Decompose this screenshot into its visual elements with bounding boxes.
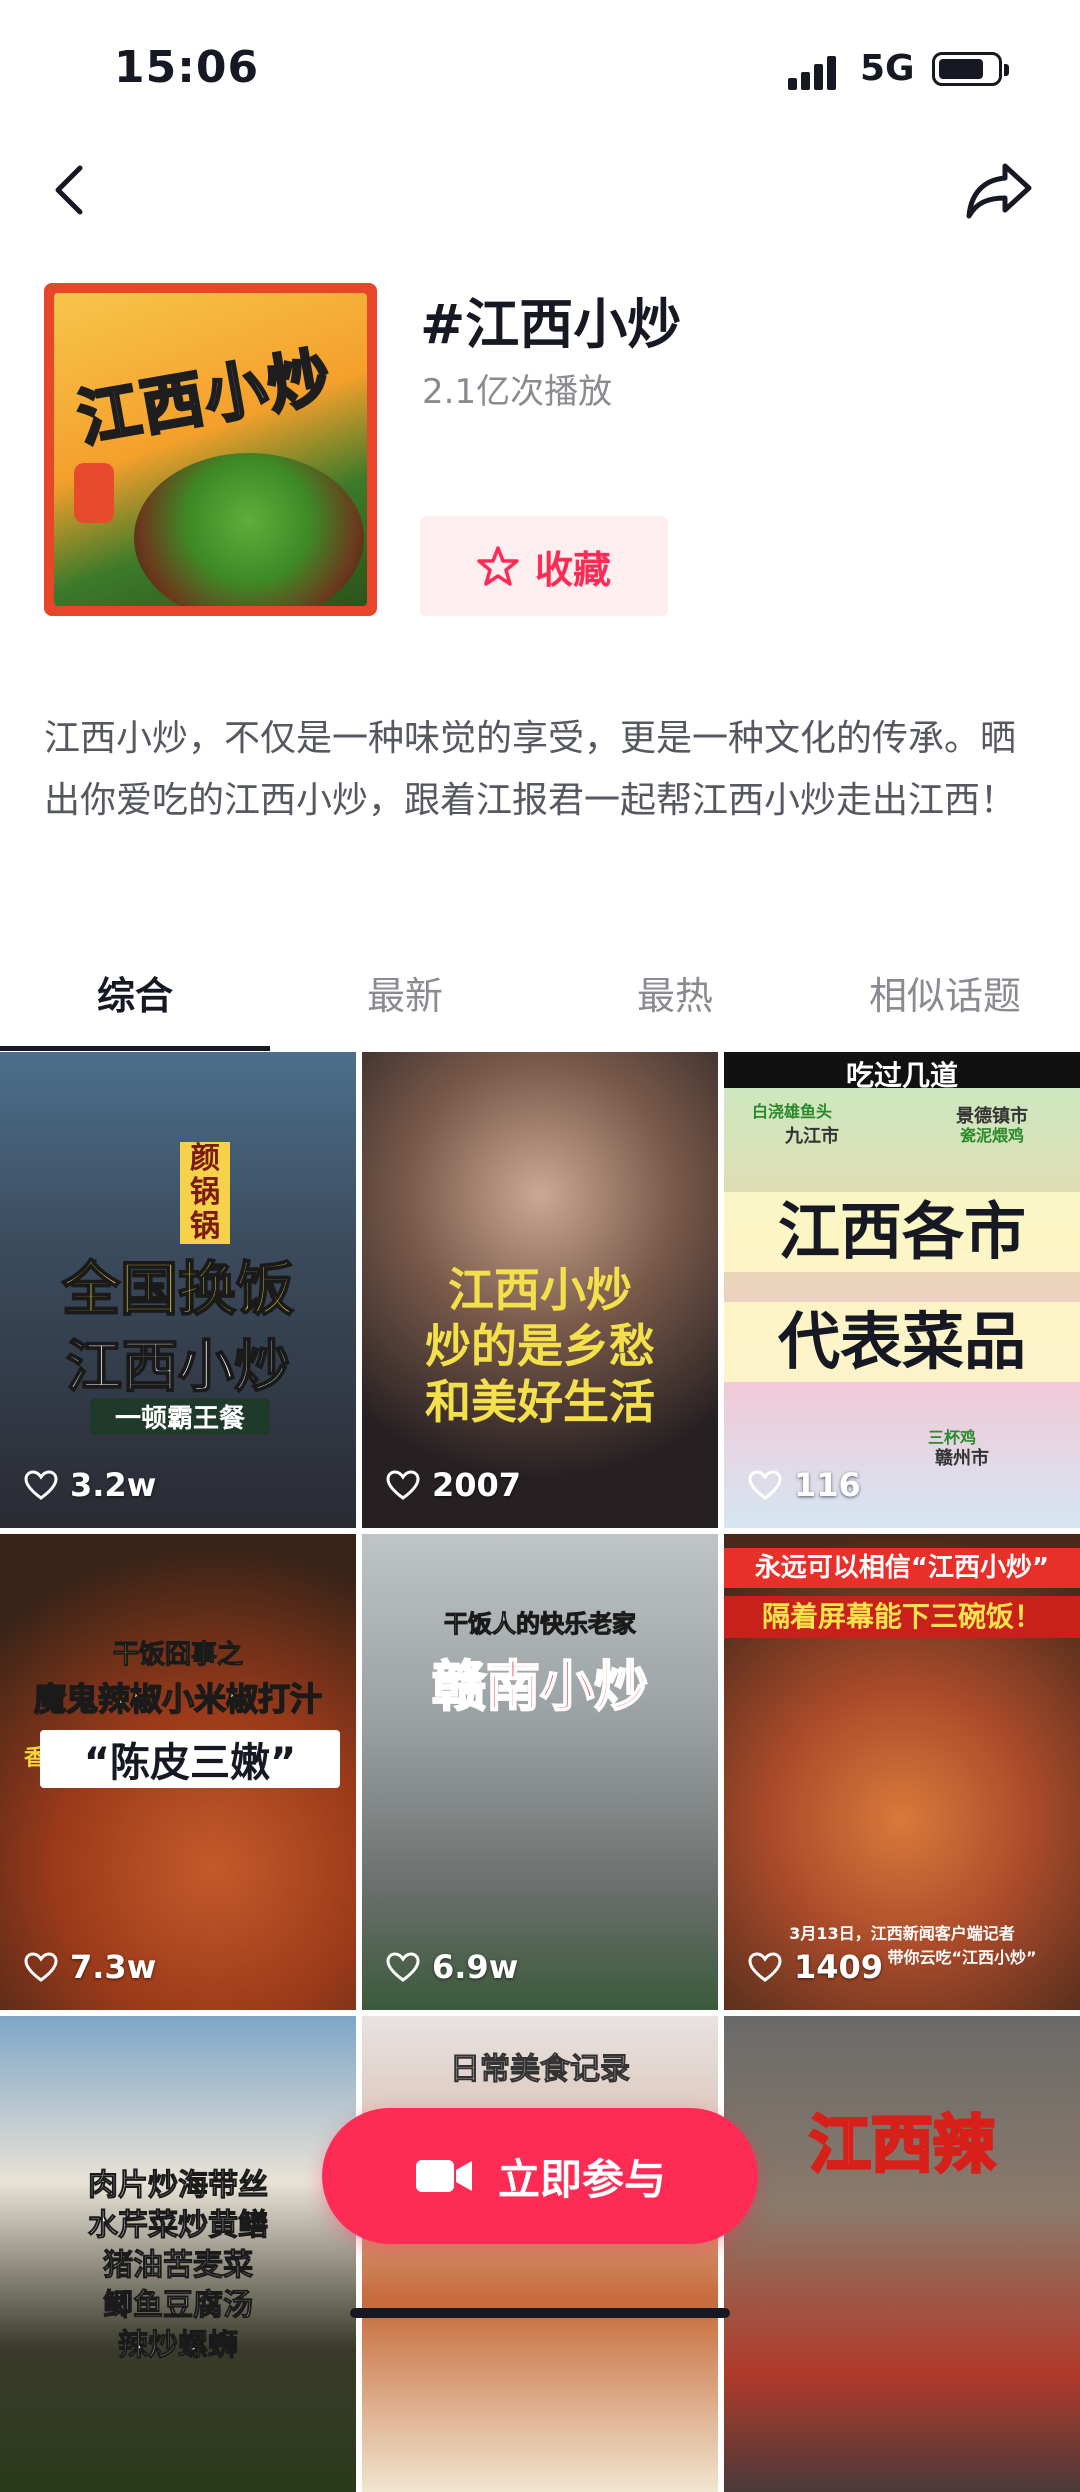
dish-photo [134, 453, 364, 606]
video-caption: 江西小炒 [65, 1334, 291, 1401]
video-caption: 魔鬼辣椒小米椒打汁 [33, 1679, 323, 1719]
video-caption: 永远可以相信“江西小炒” [724, 1548, 1080, 1588]
tab-bar: 综合 最新 最热 相似话题 [0, 958, 1080, 1051]
video-caption: 干饭囧事之 [112, 1640, 243, 1671]
join-button[interactable]: 立即参与 [322, 2108, 758, 2244]
video-caption: 水芹菜炒黄鳝 [88, 2208, 269, 2244]
heart-icon [386, 1470, 420, 1500]
map-label: 瓷泥煨鸡 [959, 1126, 1024, 1145]
like-count-value: 3.2w [70, 1466, 157, 1504]
video-card[interactable]: 永远可以相信“江西小炒” 隔着屏幕能下三碗饭！ 3月13日，江西新闻客户端记者 … [724, 1534, 1080, 2010]
like-count: 7.3w [24, 1948, 156, 1986]
video-caption: 炒的是乡愁 [425, 1319, 655, 1373]
video-caption: 代表菜品 [724, 1302, 1080, 1382]
tab-similar-topics[interactable]: 相似话题 [810, 958, 1080, 1050]
home-indicator [350, 2308, 730, 2318]
video-caption: 江西辣 [807, 2107, 996, 2183]
like-count: 116 [748, 1466, 861, 1504]
heart-icon [24, 1470, 58, 1500]
video-caption: 辣炒螺蛳 [118, 2328, 239, 2364]
video-camera-icon [415, 2160, 472, 2192]
video-caption: 猪油苦麦菜 [103, 2248, 254, 2284]
video-card[interactable]: 江西辣 [724, 2016, 1080, 2492]
video-caption: 干饭人的快乐老家 [444, 1610, 637, 1639]
like-count: 6.9w [386, 1948, 518, 1986]
like-count-value: 7.3w [70, 1948, 157, 1986]
tab-latest[interactable]: 最新 [270, 958, 540, 1050]
heart-icon [748, 1952, 782, 1982]
video-caption: “陈皮三嫩” [40, 1730, 340, 1788]
like-count: 2007 [386, 1466, 521, 1504]
video-caption: 和美好生活 [425, 1375, 655, 1429]
video-card[interactable]: 颜锅锅 全国换饭 江西小炒 一顿霸王餐 3.2w [0, 1052, 356, 1528]
heart-icon [24, 1952, 58, 1982]
like-count-value: 6.9w [432, 1948, 519, 1986]
network-type: 5G [860, 48, 915, 89]
video-card[interactable]: 干饭囧事之 魔鬼辣椒小米椒打汁 香辣爆炒 “陈皮三嫩” 7.3w [0, 1534, 356, 2010]
share-button[interactable] [962, 158, 1038, 222]
favorite-label: 收藏 [534, 547, 611, 592]
status-time: 15:06 [114, 42, 260, 93]
video-caption: 全国换饭 [61, 1254, 295, 1324]
video-caption: 一顿霸王餐 [90, 1398, 270, 1435]
topic-play-count: 2.1亿次播放 [422, 372, 613, 412]
video-card[interactable]: 日常美食记录 [362, 2016, 718, 2492]
video-caption: 肉片炒海带丝 [88, 2168, 269, 2204]
video-caption: 隔着屏幕能下三碗饭！ [724, 1596, 1080, 1638]
video-caption: 吃过几道 [845, 1059, 958, 1092]
like-count: 3.2w [24, 1466, 156, 1504]
tab-hottest[interactable]: 最热 [540, 958, 810, 1050]
video-caption: 江西小炒 [448, 1263, 632, 1317]
cover-title: 江西小炒 [71, 338, 339, 457]
like-count-value: 1409 [794, 1948, 884, 1986]
video-card[interactable]: 吃过几道 九江市 景德镇市 白浇雄鱼头 瓷泥煨鸡 江西各市 代表菜品 三杯鸡 赣… [724, 1052, 1080, 1528]
video-card[interactable]: 干饭人的快乐老家 赣南小炒 6.9w [362, 1534, 718, 2010]
share-icon [966, 163, 1032, 219]
chevron-left-icon [55, 165, 83, 215]
topic-title: #江西小炒 [420, 293, 682, 356]
top-nav [0, 150, 1080, 230]
video-caption: 鲫鱼豆腐汤 [103, 2288, 254, 2324]
status-bar: 15:06 5G [0, 0, 1080, 140]
video-caption: 颜锅锅 [180, 1142, 230, 1244]
video-card[interactable]: 肉片炒海带丝 水芹菜炒黄鳝 猪油苦麦菜 鲫鱼豆腐汤 辣炒螺蛳 [0, 2016, 356, 2492]
tab-general[interactable]: 综合 [0, 958, 270, 1050]
video-caption: 日常美食记录 [450, 2052, 631, 2088]
star-icon [477, 546, 519, 586]
active-tab-indicator [0, 1046, 270, 1051]
topic-cover-image: 江西小炒 [44, 283, 377, 616]
favorite-button[interactable]: 收藏 [420, 516, 668, 616]
back-button[interactable] [40, 160, 100, 220]
signal-icon [788, 56, 836, 90]
like-count-value: 2007 [432, 1466, 522, 1504]
video-card[interactable]: 江西小炒 炒的是乡愁 和美好生活 2007 [362, 1052, 718, 1528]
video-caption: 江西各市 [724, 1192, 1080, 1272]
like-count-value: 116 [794, 1466, 861, 1504]
like-count: 1409 [748, 1948, 883, 1986]
thumbs-up-icon [74, 463, 114, 523]
heart-icon [386, 1952, 420, 1982]
map-label: 白浇雄鱼头 [751, 1102, 832, 1121]
heart-icon [748, 1470, 782, 1500]
video-caption: 3月13日，江西新闻客户端记者 [789, 1924, 1015, 1943]
join-label: 立即参与 [497, 2154, 666, 2204]
topic-description: 江西小炒，不仅是一种味觉的享受，更是一种文化的传承。晒出你爱吃的江西小炒，跟着江… [44, 718, 1017, 821]
video-caption: 赣南小炒 [431, 1654, 649, 1719]
battery-icon [932, 52, 1009, 86]
